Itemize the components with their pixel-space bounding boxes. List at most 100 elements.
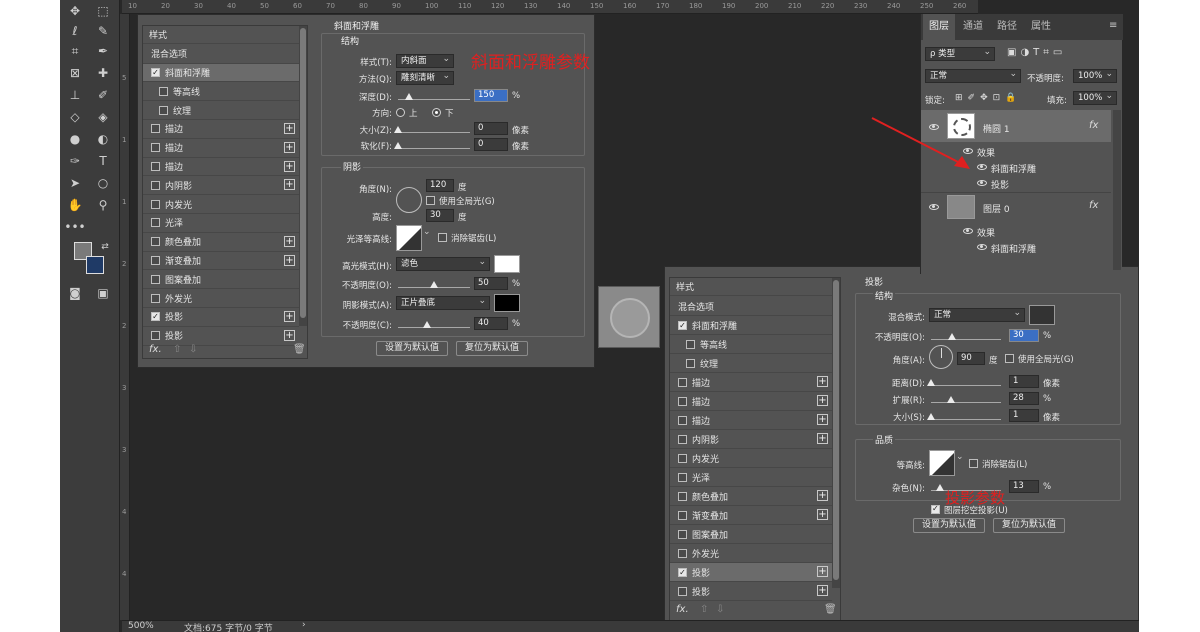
add-style-icon[interactable]: +: [284, 141, 295, 153]
add-style-icon[interactable]: +: [284, 235, 295, 247]
style-checkbox[interactable]: [686, 339, 695, 349]
style-item[interactable]: 投影 +: [143, 327, 299, 346]
altitude-input[interactable]: 30: [426, 209, 454, 222]
direction-down-radio[interactable]: [432, 108, 441, 117]
style-item[interactable]: 内阴影 +: [143, 176, 299, 196]
shadow-opacity-knob[interactable]: [422, 321, 431, 328]
ellipse-tool-icon[interactable]: ○: [92, 174, 114, 192]
shadow-blend-select[interactable]: 正常: [929, 307, 1025, 322]
contour-preview[interactable]: [929, 450, 955, 476]
canvas-document[interactable]: [598, 286, 660, 348]
distance-input[interactable]: 1: [1009, 375, 1039, 388]
move-down-icon[interactable]: ⇩: [189, 344, 197, 355]
style-checkbox[interactable]: [151, 237, 160, 247]
size-input[interactable]: 0: [474, 122, 508, 135]
type-tool-icon[interactable]: T: [92, 152, 114, 170]
effect-bevel[interactable]: 斜面和浮雕: [991, 162, 1036, 175]
style-item[interactable]: 渐变叠加 +: [143, 252, 299, 271]
shadow-opacity-input[interactable]: 40: [474, 317, 508, 330]
blur-tool-icon[interactable]: ●: [64, 130, 86, 148]
style-checkbox[interactable]: [678, 415, 687, 425]
visibility-eye-icon[interactable]: [929, 204, 939, 210]
effect-bevel[interactable]: 斜面和浮雕: [991, 242, 1036, 255]
add-style-icon[interactable]: +: [817, 395, 828, 406]
shadow-size-input[interactable]: 1: [1009, 409, 1039, 422]
brush-tool-icon[interactable]: ✐: [92, 86, 114, 104]
style-item[interactable]: 描边 +: [143, 158, 299, 177]
layer-fill-input[interactable]: 100%: [1073, 90, 1117, 105]
style-list-scrollbar[interactable]: [299, 26, 307, 326]
angle-dial[interactable]: [396, 187, 422, 213]
soften-slider-knob[interactable]: [394, 142, 402, 149]
style-item[interactable]: 渐变叠加 +: [670, 506, 832, 525]
add-style-icon[interactable]: +: [284, 160, 295, 172]
depth-slider-knob[interactable]: [404, 93, 413, 100]
style-item[interactable]: 光泽: [670, 468, 832, 487]
style-checkbox[interactable]: [151, 274, 160, 284]
lock-icons[interactable]: ⊞✐✥⊡🔒: [955, 93, 1021, 103]
add-style-icon[interactable]: +: [817, 585, 828, 596]
zoom-level[interactable]: 500%: [128, 621, 154, 631]
style-checkbox[interactable]: [678, 586, 687, 596]
soften-input[interactable]: 0: [474, 138, 508, 151]
layer-blend-select[interactable]: 正常: [925, 68, 1021, 83]
marquee-tool-icon[interactable]: ⬚: [92, 2, 114, 20]
layers-scrollbar[interactable]: [1113, 110, 1121, 270]
style-checkbox[interactable]: ✓: [678, 567, 687, 577]
style-item[interactable]: 等高线: [143, 82, 299, 102]
depth-input[interactable]: 150: [474, 89, 508, 102]
lasso-tool-icon[interactable]: ℓ: [64, 22, 86, 40]
style-item[interactable]: 内阴影 +: [670, 430, 832, 449]
style-checkbox[interactable]: [159, 86, 168, 96]
add-style-icon[interactable]: +: [817, 490, 828, 501]
noise-input[interactable]: 13: [1009, 480, 1039, 493]
style-checkbox[interactable]: [151, 218, 160, 228]
tab-paths[interactable]: 路径: [991, 14, 1023, 40]
eyedropper-tool-icon[interactable]: ✒: [92, 42, 114, 60]
shadow-opacity-slider[interactable]: [398, 327, 470, 328]
knockout-checkbox[interactable]: [931, 504, 940, 514]
style-checkbox[interactable]: [678, 453, 687, 463]
style-checkbox[interactable]: [151, 293, 160, 303]
move-up-icon[interactable]: ⇧: [173, 344, 181, 355]
style-item[interactable]: ✓ 投影 +: [143, 308, 299, 327]
shadow-size-slider[interactable]: [931, 419, 1001, 420]
distance-knob[interactable]: [927, 379, 935, 386]
soften-slider[interactable]: [398, 148, 470, 149]
style-checkbox[interactable]: [151, 124, 160, 134]
shadow-opacity-slider-2[interactable]: [931, 339, 1001, 340]
style-checkbox[interactable]: [686, 358, 695, 368]
layer-opacity-input[interactable]: 100%: [1073, 68, 1117, 83]
shadow-angle-input[interactable]: 90: [957, 352, 985, 365]
bevel-reset-default-button[interactable]: 复位为默认值: [456, 341, 528, 356]
add-style-icon[interactable]: +: [284, 123, 295, 134]
effect-eye-icon[interactable]: [977, 244, 987, 250]
effect-eye-icon[interactable]: [977, 180, 987, 186]
style-item[interactable]: 描边 +: [670, 411, 832, 430]
angle-input[interactable]: 120: [426, 179, 454, 192]
style-item[interactable]: 内发光: [670, 449, 832, 468]
style-item[interactable]: 外发光: [670, 544, 832, 563]
doc-size[interactable]: 文档:675 字节/0 字节: [184, 621, 273, 632]
bevel-style-select[interactable]: 内斜面: [396, 53, 454, 68]
noise-knob[interactable]: [936, 484, 945, 491]
style-checkbox[interactable]: [678, 548, 687, 558]
trash-icon[interactable]: 🗑: [293, 344, 306, 355]
add-style-icon[interactable]: +: [817, 509, 828, 520]
style-checkbox[interactable]: [678, 472, 687, 482]
direction-up-radio[interactable]: [396, 108, 405, 117]
style-item[interactable]: 纹理: [670, 354, 832, 373]
distance-slider[interactable]: [931, 385, 1001, 386]
style-item[interactable]: 图案叠加: [670, 525, 832, 544]
move-tool-icon[interactable]: ✥: [64, 2, 86, 20]
shadow-set-default-button[interactable]: 设置为默认值: [913, 518, 985, 533]
add-style-icon[interactable]: +: [284, 329, 295, 341]
fx-icon-2[interactable]: fx.: [676, 604, 689, 615]
crop-tool-icon[interactable]: ⌗: [64, 42, 86, 60]
layer-filter-select[interactable]: ρ 类型: [925, 46, 995, 61]
style-checkbox[interactable]: [151, 161, 160, 171]
style-item[interactable]: 混合选项: [143, 45, 299, 64]
shadow-color-swatch[interactable]: [494, 294, 520, 312]
layer-name[interactable]: 图层 0: [983, 202, 1010, 215]
style-checkbox[interactable]: [678, 491, 687, 501]
